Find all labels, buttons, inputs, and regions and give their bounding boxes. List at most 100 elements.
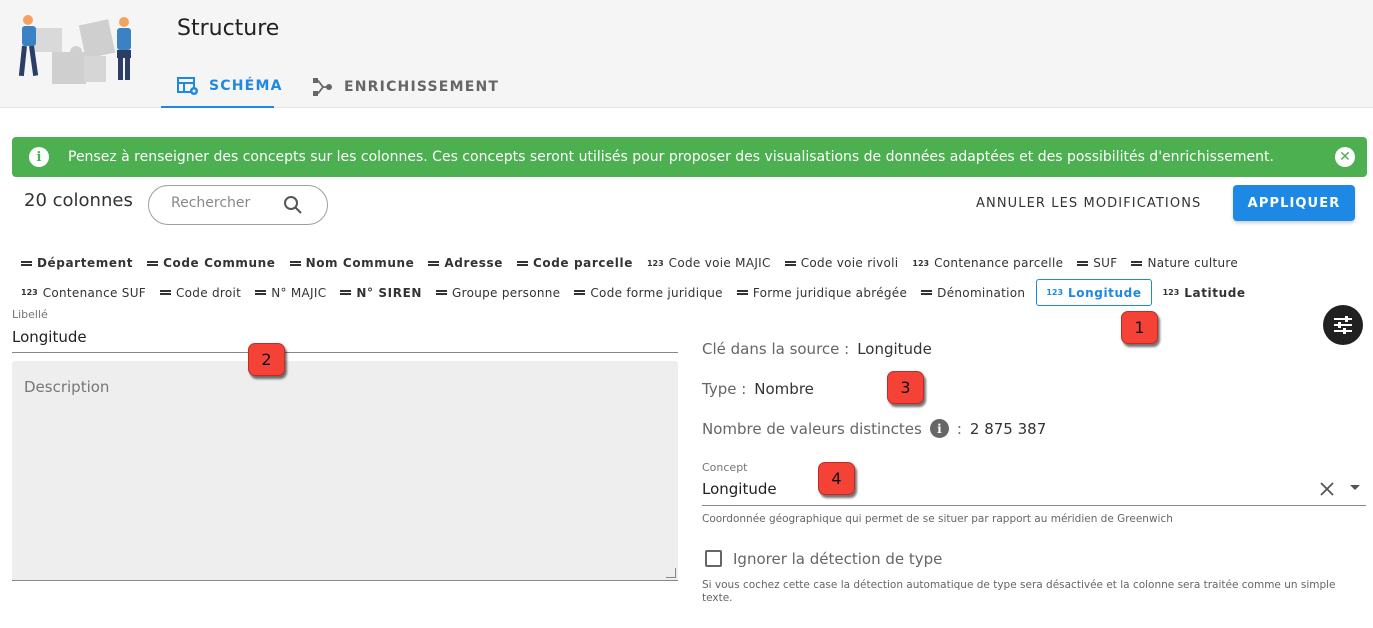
column-chip[interactable]: SUF (1070, 252, 1124, 274)
column-chip[interactable]: Code Commune (140, 252, 282, 274)
column-chip-label: Code Commune (163, 256, 276, 270)
column-chip-label: Adresse (444, 256, 503, 270)
column-chip-label: Contenance parcelle (934, 256, 1064, 270)
text-type-icon (574, 290, 586, 295)
annotation-marker: 4 (818, 462, 855, 495)
column-chip-label: Latitude (1184, 285, 1246, 300)
enrichment-graph-icon (313, 78, 332, 96)
column-chip[interactable]: N° SIREN (333, 282, 429, 304)
concept-hint: Coordonnée géographique qui permet de se… (702, 513, 1173, 525)
concept-select[interactable]: Longitude (702, 480, 777, 498)
text-type-icon (21, 260, 32, 266)
source-key-label: Clé dans la source : (702, 340, 850, 358)
type-row: Type : Nombre (702, 380, 814, 398)
resize-handle[interactable] (666, 568, 676, 578)
text-type-icon (921, 290, 933, 295)
libelle-input[interactable]: Longitude (12, 328, 87, 346)
annotation-marker: 2 (248, 343, 285, 376)
annotation-marker: 3 (887, 371, 924, 404)
search-input[interactable] (171, 195, 281, 211)
number-type-icon: 123 (646, 258, 664, 268)
info-alert: i Pensez à renseigner des concepts sur l… (12, 137, 1367, 177)
source-key-value: Longitude (857, 340, 932, 358)
column-chip-label: SUF (1093, 256, 1118, 270)
info-icon[interactable]: i (929, 419, 949, 438)
chevron-down-icon[interactable] (1349, 484, 1361, 492)
ignore-type-label[interactable]: Ignorer la détection de type (733, 550, 942, 568)
column-chip[interactable]: Nature culture (1124, 252, 1245, 274)
distinct-values-count: 2 875 387 (969, 419, 1047, 438)
number-type-icon: 123 (1046, 288, 1064, 297)
apply-button[interactable]: APPLIQUER (1233, 185, 1355, 221)
column-chip[interactable]: N° MAJIC (248, 282, 333, 304)
column-chip[interactable]: 123 Longitude (1036, 279, 1152, 306)
column-chip-row: 123 Contenance SUF Code droit N° MAJIC N° SI… (14, 279, 1253, 306)
column-chip[interactable]: 123 Contenance parcelle (905, 252, 1070, 274)
clear-icon[interactable] (1318, 480, 1336, 498)
distinct-values-label: Nombre de valeurs distinctes (702, 419, 922, 438)
page-title: Structure (177, 16, 280, 41)
annotation-marker: 1 (1121, 311, 1158, 344)
column-chip[interactable]: Code parcelle (510, 252, 640, 274)
cancel-changes-button[interactable]: ANNULER LES MODIFICATIONS (968, 185, 1209, 221)
column-chip[interactable]: 123 Contenance SUF (14, 282, 153, 304)
column-chip-label: Département (37, 256, 134, 270)
column-chip-label: Dénomination (937, 285, 1026, 300)
libelle-underline (12, 352, 678, 353)
source-key-row: Clé dans la source : Longitude (702, 340, 932, 358)
info-icon: i (29, 147, 49, 167)
column-chip-label: Code forme juridique (590, 285, 723, 300)
column-chip[interactable]: Département (14, 252, 140, 274)
text-type-icon (436, 290, 448, 295)
description-textarea[interactable] (12, 361, 678, 580)
column-chip[interactable]: Dénomination (914, 282, 1032, 304)
tune-icon (1334, 316, 1352, 334)
text-type-icon (255, 290, 267, 295)
ignore-type-hint: Si vous cochez cette case la détection a… (702, 579, 1336, 604)
column-chip[interactable]: Forme juridique abrégée (730, 282, 914, 304)
column-chip-label: Contenance SUF (42, 285, 146, 300)
ignore-type-checkbox[interactable] (705, 550, 722, 567)
distinct-values-separator: : (956, 419, 962, 438)
column-chip[interactable]: 123 Latitude (1156, 282, 1253, 304)
column-chip[interactable]: Groupe personne (429, 282, 567, 304)
tab-schema[interactable]: SCHÉMA (161, 66, 281, 108)
close-icon[interactable]: ✕ (1335, 147, 1355, 167)
column-chip[interactable]: Nom Commune (283, 252, 422, 274)
type-value: Nombre (754, 380, 814, 398)
text-type-icon (516, 260, 528, 266)
column-count: 20 colonnes (24, 190, 133, 211)
column-settings-button[interactable] (1323, 305, 1363, 345)
search-field[interactable] (148, 185, 328, 225)
description-field[interactable] (12, 361, 678, 581)
column-chip[interactable]: Code droit (153, 282, 248, 304)
column-chip[interactable]: 123 Code voie MAJIC (640, 252, 778, 274)
column-chip[interactable]: Code forme juridique (567, 282, 729, 304)
column-chip-label: Groupe personne (452, 285, 561, 300)
text-type-icon (340, 290, 352, 295)
page-header: Structure SCHÉMA ENRICHISSEMENT (0, 0, 1373, 108)
alert-text: Pensez à renseigner des concepts sur les… (68, 149, 1274, 165)
column-chip-label: Nom Commune (305, 256, 415, 270)
text-type-icon (1077, 260, 1089, 266)
concept-label: Concept (702, 461, 748, 474)
text-type-icon (784, 260, 796, 266)
number-type-icon: 123 (21, 288, 38, 297)
column-chip-row: Département Code Commune Nom Commune Adress… (14, 252, 1245, 274)
tab-enrichment-label: ENRICHISSEMENT (344, 79, 500, 95)
number-type-icon: 123 (1162, 288, 1180, 297)
column-chip[interactable]: Code voie rivoli (778, 252, 906, 274)
text-type-icon (159, 290, 171, 295)
column-chip-label: N° SIREN (356, 285, 423, 300)
puzzle-illustration (18, 15, 131, 84)
text-type-icon (289, 260, 301, 266)
libelle-label: Libellé (12, 308, 48, 321)
tab-enrichment[interactable]: ENRICHISSEMENT (312, 66, 499, 108)
schema-table-icon (177, 77, 198, 95)
column-chip-label: Nature culture (1147, 256, 1239, 270)
search-icon[interactable] (283, 195, 303, 215)
number-type-icon: 123 (912, 258, 930, 268)
column-chip-label: Code voie MAJIC (668, 256, 771, 270)
distinct-values-row: Nombre de valeurs distinctes i : 2 875 3… (702, 419, 1046, 438)
column-chip[interactable]: Adresse (421, 252, 510, 274)
